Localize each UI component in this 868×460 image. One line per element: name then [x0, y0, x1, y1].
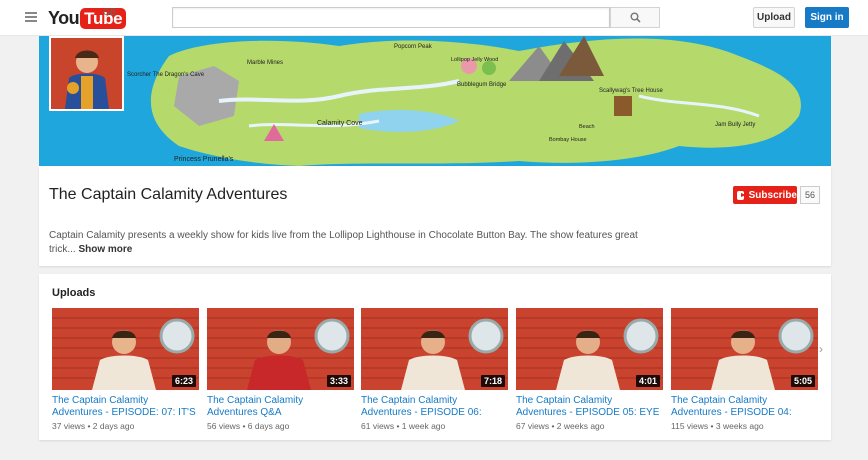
banner-label-beach: Beach [579, 124, 595, 130]
video-title[interactable]: The Captain Calamity Adventures Q&A [207, 395, 354, 419]
video-duration: 7:18 [480, 375, 505, 387]
banner-label-bridge: Bubblegum Bridge [457, 82, 507, 88]
uploads-section: Uploads 6:23 The Captain Calamity Adventu… [39, 274, 831, 440]
masthead: You Tube GB Upload Sign in [0, 0, 868, 36]
video-meta: 37 views • 2 days ago [52, 421, 199, 431]
banner-label-bombay: Bombay House [549, 137, 587, 143]
avatar-image [51, 38, 122, 109]
uploads-heading[interactable]: Uploads [52, 287, 95, 299]
channel-header: The Captain Calamity Adventures Subscrib… [39, 166, 831, 266]
video-duration: 4:01 [635, 375, 660, 387]
video-tile[interactable]: 5:05 The Captain Calamity Adventures - EP… [671, 308, 818, 431]
banner-label-tree: Scallywag's Tree House [599, 88, 664, 94]
video-meta: 61 views • 1 week ago [361, 421, 508, 431]
video-views: 37 views [52, 421, 86, 431]
meta-separator: • [85, 421, 93, 431]
search-icon [630, 12, 641, 23]
upload-button[interactable]: Upload [753, 7, 795, 28]
video-views: 67 views [516, 421, 550, 431]
video-tile[interactable]: 3:33 The Captain Calamity Adventures Q&A 5… [207, 308, 354, 431]
banner-label-jetty: Jam Bully Jetty [715, 122, 755, 128]
channel-title[interactable]: The Captain Calamity Adventures [49, 186, 287, 204]
video-views: 61 views [361, 421, 395, 431]
video-thumbnail[interactable]: 3:33 [207, 308, 354, 390]
meta-separator: • [549, 421, 557, 431]
subscriber-count: 56 [800, 186, 820, 204]
description-text: Captain Calamity presents a weekly show … [49, 230, 638, 255]
channel-avatar[interactable] [49, 36, 124, 111]
video-title[interactable]: The Captain Calamity Adventures - EPISOD… [516, 395, 663, 419]
video-thumbnail[interactable]: 4:01 [516, 308, 663, 390]
youtube-logo[interactable]: You Tube GB [48, 7, 127, 29]
show-more-link[interactable]: Show more [78, 244, 132, 255]
youtube-play-icon [737, 190, 746, 200]
search-input[interactable] [172, 7, 610, 28]
video-tile[interactable]: 7:18 The Captain Calamity Adventures - EP… [361, 308, 508, 431]
video-duration: 5:05 [790, 375, 815, 387]
video-tile[interactable]: 6:23 The Captain Calamity Adventures - EP… [52, 308, 199, 431]
video-title[interactable]: The Captain Calamity Adventures - EPISOD… [361, 395, 508, 419]
video-thumbnail[interactable]: 5:05 [671, 308, 818, 390]
logo-country-code: GB [103, 7, 117, 17]
channel-description: Captain Calamity presents a weekly show … [49, 229, 649, 257]
video-meta: 56 views • 6 days ago [207, 421, 354, 431]
banner-map-image: Scorcher The Dragon's Cave Marble Mines … [39, 36, 831, 166]
meta-separator: • [708, 421, 716, 431]
meta-separator: • [394, 421, 402, 431]
video-duration: 6:23 [171, 375, 196, 387]
subscribe-button[interactable]: Subscribe [733, 186, 797, 204]
search-button[interactable] [610, 7, 660, 28]
banner-label-popcorn: Popcorn Peak [394, 44, 433, 50]
banner-label-lollipop: Lollipop Jelly Wood [451, 57, 498, 63]
video-age: 3 weeks ago [715, 421, 764, 431]
video-age: 1 week ago [401, 421, 446, 431]
video-title[interactable]: The Captain Calamity Adventures - EPISOD… [52, 395, 199, 419]
video-views: 56 views [207, 421, 241, 431]
video-title[interactable]: The Captain Calamity Adventures - EPISOD… [671, 395, 818, 419]
video-tile[interactable]: 4:01 The Captain Calamity Adventures - EP… [516, 308, 663, 431]
channel-banner: Scorcher The Dragon's Cave Marble Mines … [39, 36, 831, 166]
video-thumbnail[interactable]: 7:18 [361, 308, 508, 390]
banner-label-marble: Marble Mines [247, 60, 283, 66]
banner-label-cove: Calamity Cove [317, 120, 363, 127]
video-meta: 115 views • 3 weeks ago [671, 421, 818, 431]
chevron-right-icon[interactable]: › [819, 342, 823, 356]
video-age: 6 days ago [247, 421, 290, 431]
video-thumbnail[interactable]: 6:23 [52, 308, 199, 390]
meta-separator: • [240, 421, 248, 431]
video-age: 2 weeks ago [556, 421, 605, 431]
banner-label-princess: Princess Prunella's [174, 156, 234, 163]
sign-in-button[interactable]: Sign in [805, 7, 849, 28]
video-age: 2 days ago [92, 421, 135, 431]
subscribe-label: Subscribe [748, 189, 797, 201]
banner-label-cave: Scorcher The Dragon's Cave [127, 72, 205, 78]
video-duration: 3:33 [326, 375, 351, 387]
video-meta: 67 views • 2 weeks ago [516, 421, 663, 431]
hamburger-menu-icon[interactable] [25, 12, 37, 22]
video-views: 115 views [671, 421, 709, 431]
logo-you-text: You [48, 7, 80, 28]
